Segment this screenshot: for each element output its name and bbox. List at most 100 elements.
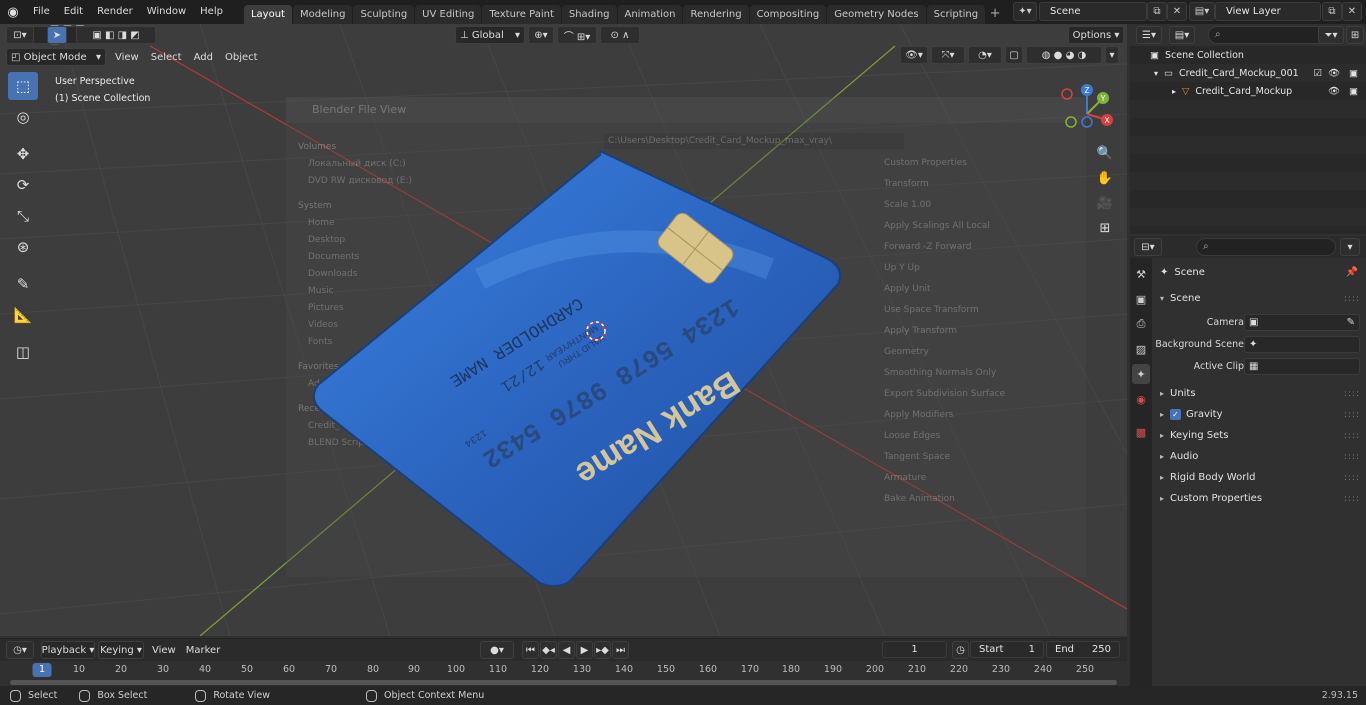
shading-options-icon[interactable]: ▾ <box>1105 46 1119 64</box>
keying-dropdown[interactable]: Keying ▾ <box>98 641 144 659</box>
tab-geometry-nodes[interactable]: Geometry Nodes <box>827 5 926 24</box>
delete-scene-icon[interactable]: ✕ <box>1167 2 1187 21</box>
render-tab-icon[interactable]: ▣ <box>1132 289 1150 309</box>
credit-card-model[interactable]: Bank Name 1234 5678 9876 5432 VALID THRU… <box>300 149 860 589</box>
move-tool-icon[interactable]: ✥ <box>8 140 38 168</box>
new-collection-icon[interactable]: ⊞ <box>1346 26 1364 44</box>
checkbox-icon[interactable]: ☑ <box>1313 68 1322 79</box>
menu-view[interactable]: View <box>109 52 145 63</box>
next-keyframe-icon[interactable]: ▸◆ <box>594 641 611 659</box>
delete-view-layer-icon[interactable]: ✕ <box>1342 2 1362 21</box>
transform-orientation-dropdown[interactable]: ⊥ Global ▾ <box>455 26 525 44</box>
jump-end-icon[interactable]: ⏭ <box>612 641 629 659</box>
menu-file[interactable]: File <box>26 0 57 24</box>
drag-handle-icon[interactable]: :::: <box>1344 389 1360 399</box>
camera-icon[interactable]: 🎥 <box>1095 192 1115 214</box>
new-view-layer-icon[interactable]: ⧉ <box>1322 2 1342 21</box>
annotate-tool-icon[interactable]: ✎ <box>8 270 38 298</box>
panel-keying-sets[interactable]: ▸ Keying Sets :::: <box>1152 425 1366 446</box>
properties-options-icon[interactable]: ▾ <box>1340 238 1360 256</box>
eye-icon[interactable]: 👁 <box>1328 86 1340 97</box>
eyedropper-icon[interactable]: ✎ <box>1347 315 1355 330</box>
selection-mode-icons[interactable]: ▣ ◧ ◨ ◩ <box>76 26 156 44</box>
tab-uv-editing[interactable]: UV Editing <box>415 5 482 24</box>
panel-units[interactable]: ▸ Units :::: <box>1152 383 1366 404</box>
timeline-menu-marker[interactable]: Marker <box>181 645 226 656</box>
drag-handle-icon[interactable]: :::: <box>1344 494 1360 504</box>
menu-object[interactable]: Object <box>219 52 264 63</box>
scene-tab-icon[interactable]: ✦ <box>1132 364 1150 384</box>
blender-logo-icon[interactable]: ◉ <box>0 0 26 24</box>
world-tab-icon[interactable]: ◉ <box>1132 389 1150 409</box>
texture-tab-icon[interactable]: ▩ <box>1132 422 1150 442</box>
display-mode-icon[interactable]: ▤▾ <box>1169 26 1195 44</box>
new-scene-icon[interactable]: ⧉ <box>1147 2 1167 21</box>
menu-select[interactable]: Select <box>145 52 188 63</box>
menu-render[interactable]: Render <box>90 0 140 24</box>
playback-dropdown[interactable]: Playback ▾ <box>41 641 95 659</box>
expand-icon[interactable]: ▸ <box>1172 87 1176 96</box>
pin-icon[interactable]: 📌 <box>1346 267 1358 278</box>
tab-sculpting[interactable]: Sculpting <box>353 5 415 24</box>
panel-custom-properties[interactable]: ▸ Custom Properties :::: <box>1152 488 1366 509</box>
properties-editor-type-icon[interactable]: ⊟▾ <box>1134 238 1162 256</box>
timeline-menu-view[interactable]: View <box>147 645 181 656</box>
select-box-tool-icon[interactable]: ⬚ <box>8 72 38 100</box>
background-scene-field[interactable]: ✦ <box>1244 336 1360 353</box>
eye-icon[interactable]: 👁 <box>1328 68 1340 79</box>
outliner-row-scene-collection[interactable]: ▣ Scene Collection <box>1130 46 1366 64</box>
cursor-tool-icon[interactable]: ◎ <box>8 103 38 131</box>
record-icon[interactable]: ●▾ <box>480 641 514 659</box>
camera-render-icon[interactable]: ▣ <box>1349 68 1358 79</box>
tab-animation[interactable]: Animation <box>617 5 683 24</box>
drag-handle-icon[interactable]: :::: <box>1344 431 1360 441</box>
object-mode-dropdown[interactable]: ◰ Object Mode ▾ <box>6 48 106 66</box>
play-reverse-icon[interactable]: ◀ <box>558 641 575 659</box>
tab-compositing[interactable]: Compositing <box>749 5 827 24</box>
shading-mode-icons[interactable]: ◍ ● ◕ ◑ <box>1026 46 1102 64</box>
view-layer-tab-icon[interactable]: ▨ <box>1132 339 1150 359</box>
xray-icon[interactable]: ▢ <box>1005 46 1023 64</box>
timeline-editor-type-icon[interactable]: ◷▾ <box>6 641 34 659</box>
end-frame-field[interactable]: End 250 <box>1046 641 1120 658</box>
gizmo-toggle-icon[interactable]: ⤧▾ <box>931 46 965 64</box>
view-layer-field[interactable]: View Layer <box>1215 2 1321 21</box>
tab-rendering[interactable]: Rendering <box>683 5 749 24</box>
playhead[interactable]: 1 <box>32 663 52 677</box>
zoom-icon[interactable]: 🔍 <box>1095 142 1115 164</box>
tab-layout[interactable]: Layout <box>243 5 292 24</box>
camera-field[interactable]: ▣ ✎ <box>1244 314 1360 331</box>
drag-handle-icon[interactable]: :::: <box>1344 410 1360 420</box>
menu-window[interactable]: Window <box>140 0 193 24</box>
editor-type-button[interactable]: ⊡▾ <box>6 26 34 44</box>
gravity-checkbox[interactable]: ✓ <box>1170 409 1181 420</box>
tab-scripting[interactable]: Scripting <box>926 5 986 24</box>
tool-tab-icon[interactable]: ⚒ <box>1132 264 1150 284</box>
view-layer-selector-icon[interactable]: ▤▾ <box>1189 2 1215 21</box>
navigation-gizmo[interactable]: Z Y X <box>1057 84 1117 144</box>
tab-shading[interactable]: Shading <box>561 5 617 24</box>
drag-handle-icon[interactable]: :::: <box>1344 473 1360 483</box>
pivot-icon[interactable]: ⊕▾ <box>528 26 554 44</box>
output-tab-icon[interactable]: ⎙ <box>1132 314 1150 334</box>
panel-audio[interactable]: ▸ Audio :::: <box>1152 446 1366 467</box>
menu-add[interactable]: Add <box>188 52 219 63</box>
snap-icon[interactable]: ⌒ ⊞▾ <box>557 26 597 44</box>
preview-range-icon[interactable]: ◷ <box>952 641 969 659</box>
current-frame-field[interactable]: 1 <box>882 641 947 658</box>
proportional-edit-icon[interactable]: ⊙ ∧ <box>600 26 640 44</box>
timeline-ruler[interactable]: 1 10 20 30 40 50 60 70 80 90 100 110 120… <box>0 663 1127 679</box>
options-dropdown[interactable]: Options ▾ <box>1068 26 1124 44</box>
outliner-row-object[interactable]: ▸ ▽ Credit_Card_Mockup 👁 ▣ <box>1130 82 1366 100</box>
menu-help[interactable]: Help <box>193 0 230 24</box>
start-frame-field[interactable]: Start 1 <box>970 641 1044 658</box>
scale-tool-icon[interactable]: ⤡ <box>8 202 38 230</box>
3d-viewport[interactable]: Blender File View Volumes Локальный диск… <box>0 24 1127 636</box>
prev-keyframe-icon[interactable]: ◆◂ <box>540 641 557 659</box>
add-cube-tool-icon[interactable]: ◫ <box>8 338 38 366</box>
grid-perspective-icon[interactable]: ⊞ <box>1095 217 1115 239</box>
overlay-toggle-icon[interactable]: ◔▾ <box>968 46 1002 64</box>
pan-hand-icon[interactable]: ✋ <box>1095 167 1115 189</box>
rotate-tool-icon[interactable]: ⟳ <box>8 171 38 199</box>
tab-texture-paint[interactable]: Texture Paint <box>482 5 561 24</box>
